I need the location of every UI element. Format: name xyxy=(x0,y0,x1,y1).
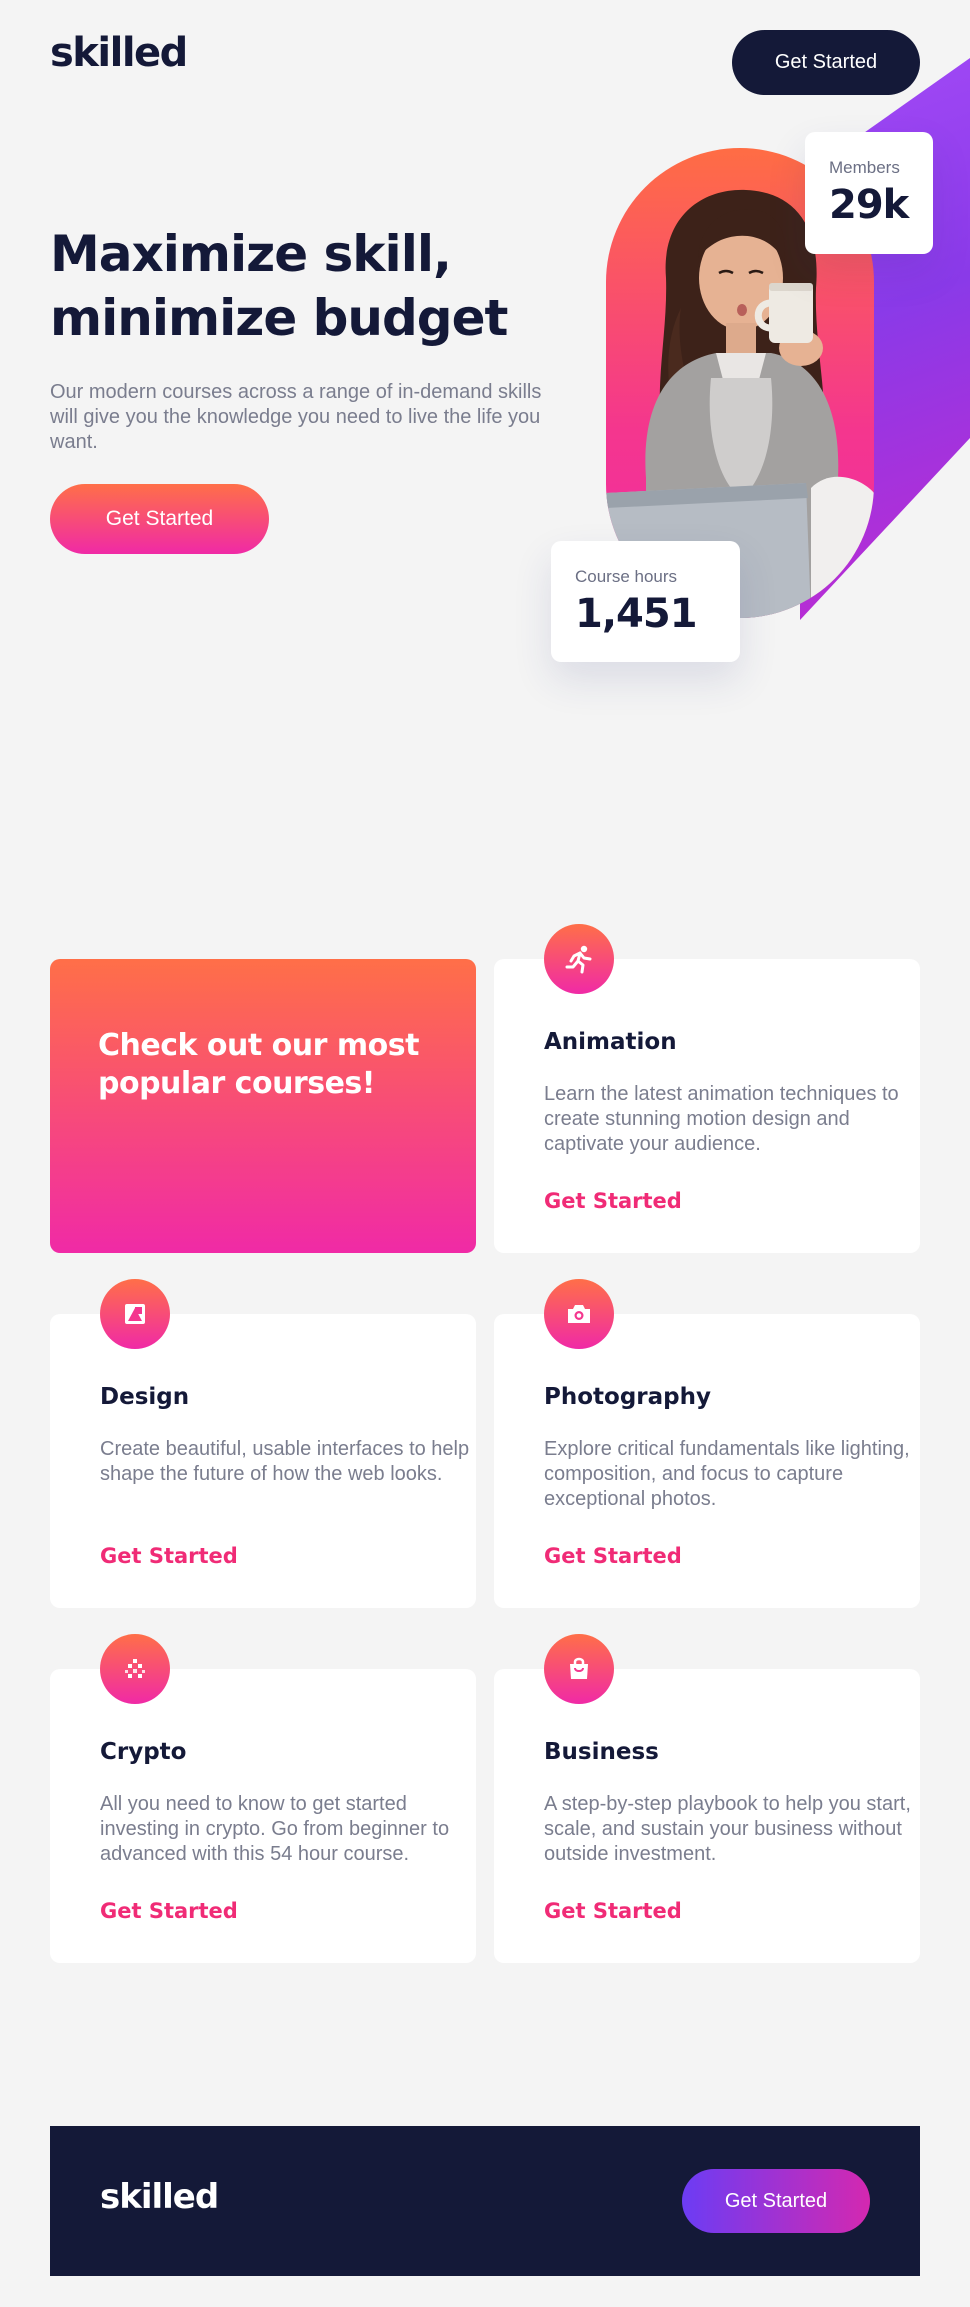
course-hours-value: 1,451 xyxy=(575,591,698,637)
course-card-animation: Animation Learn the latest animation tec… xyxy=(494,924,920,1253)
logo[interactable]: skilled xyxy=(50,30,188,76)
course-description: Create beautiful, usable interfaces to h… xyxy=(100,1438,470,1485)
promo-title: Check out our most popular courses! xyxy=(98,1028,419,1101)
course-get-started-link[interactable]: Get Started xyxy=(100,1544,238,1568)
popular-courses-promo: Check out our most popular courses! xyxy=(50,959,476,1253)
camera-icon xyxy=(544,1279,614,1349)
course-get-started-link[interactable]: Get Started xyxy=(544,1899,682,1923)
design-icon xyxy=(100,1279,170,1349)
site-header: skilled Get Started xyxy=(0,0,970,120)
course-hours-label: Course hours xyxy=(575,567,678,586)
course-card-photography: Photography Explore critical fundamental… xyxy=(494,1279,920,1608)
course-get-started-link[interactable]: Get Started xyxy=(544,1544,682,1568)
course-description: Learn the latest animation techniques to… xyxy=(544,1083,899,1155)
running-person-icon xyxy=(544,924,614,994)
shopping-bag-icon xyxy=(544,1634,614,1704)
course-title: Business xyxy=(544,1739,659,1765)
hero-get-started-button[interactable]: Get Started xyxy=(50,484,269,554)
course-title: Crypto xyxy=(100,1739,187,1765)
footer-logo[interactable]: skilled xyxy=(100,2177,219,2217)
members-value: 29k xyxy=(829,182,909,228)
header-get-started-button[interactable]: Get Started xyxy=(732,30,920,95)
course-title: Photography xyxy=(544,1384,711,1410)
site-footer: skilled Get Started xyxy=(50,2126,920,2276)
course-get-started-link[interactable]: Get Started xyxy=(100,1899,238,1923)
course-card-business: Business A step-by-step playbook to help… xyxy=(494,1634,920,1963)
hero-title: Maximize skill, minimize budget xyxy=(50,225,508,347)
course-hours-stat-card: Course hours 1,451 xyxy=(551,541,740,662)
course-description: Explore critical fundamentals like light… xyxy=(544,1438,910,1510)
members-label: Members xyxy=(829,158,900,177)
course-title: Design xyxy=(100,1384,190,1410)
course-description: A step-by-step playbook to help you star… xyxy=(544,1793,911,1865)
course-get-started-link[interactable]: Get Started xyxy=(544,1189,682,1213)
hero-description: Our modern courses across a range of in-… xyxy=(50,381,542,453)
footer-get-started-button[interactable]: Get Started xyxy=(682,2169,870,2233)
course-card-design: Design Create beautiful, usable interfac… xyxy=(50,1279,476,1608)
members-stat-card: Members 29k xyxy=(805,132,933,254)
course-card-crypto: Crypto All you need to know to get start… xyxy=(50,1634,476,1963)
course-description: All you need to know to get started inve… xyxy=(100,1793,450,1865)
crypto-icon xyxy=(100,1634,170,1704)
course-title: Animation xyxy=(544,1029,677,1055)
